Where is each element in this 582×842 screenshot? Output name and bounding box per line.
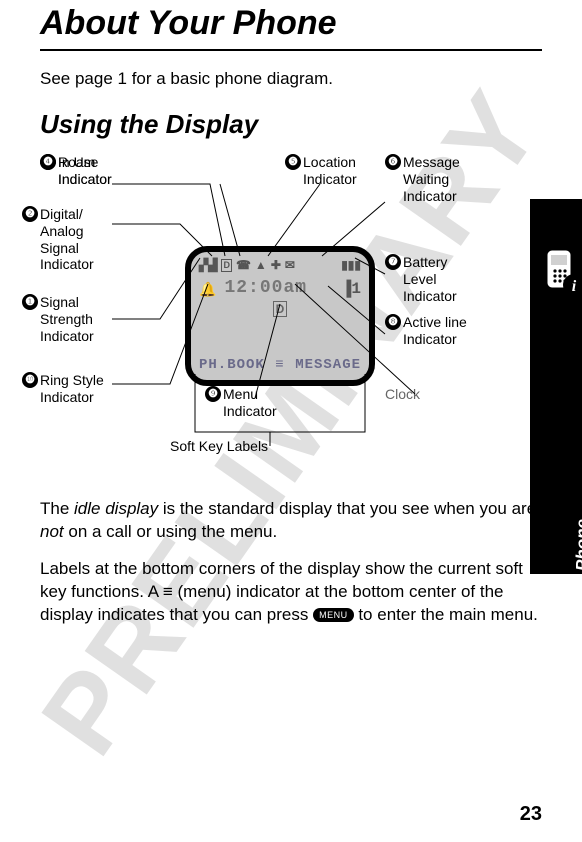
callout-6: ❻ xyxy=(385,154,401,170)
clock-text: 12:00am xyxy=(224,278,307,300)
p1-b: is the standard display that you see whe… xyxy=(158,499,536,518)
message-icon: ✉ xyxy=(285,258,295,272)
signal-icon: ▞▟ xyxy=(199,258,217,272)
page-number: 23 xyxy=(520,803,542,826)
callout-8: ❽ xyxy=(385,314,401,330)
roam-icon: ▲ xyxy=(255,258,267,272)
menu-key-icon: MENU xyxy=(313,608,354,622)
softkey-left: PH.BOOK xyxy=(199,357,265,374)
softkey-right: MESSAGE xyxy=(295,357,361,374)
label-ring-style: ❿Ring Style Indicator xyxy=(22,372,142,406)
battery-icon: ▮▮▮ xyxy=(341,258,361,272)
title-rule xyxy=(40,49,542,51)
label-menu-indicator: ❾Menu Indicator xyxy=(205,386,315,420)
page-title: About Your Phone xyxy=(40,4,542,43)
paragraph-idle-display: The idle display is the standard display… xyxy=(40,498,542,544)
p1-not: not xyxy=(40,522,64,541)
active-line-icon: ▐1 xyxy=(342,280,361,299)
label-location-text: Location Indicator xyxy=(303,154,367,188)
label-signal-strength: ❶Signal Strength Indicator xyxy=(22,294,132,344)
label-location: ❺Location Indicator xyxy=(285,154,375,188)
phone-info-icon: i xyxy=(534,243,582,301)
label-message-waiting: ❻Message Waiting Indicator xyxy=(385,154,495,204)
paragraph-softkeys: Labels at the bottom corners of the disp… xyxy=(40,558,542,627)
label-active-line: ❽Active line Indicator xyxy=(385,314,495,348)
callout-4: ❹ xyxy=(40,154,56,170)
intro-text: See page 1 for a basic phone diagram. xyxy=(40,69,542,89)
label-clock: Clock xyxy=(385,386,420,403)
section-heading: Using the Display xyxy=(40,109,542,140)
phone-display: ▞▟ D ☎ ▲ ✚ ✉ ▮▮▮ 🔔 12:00am ▐1 D xyxy=(185,246,375,386)
callout-10: ❿ xyxy=(22,372,38,388)
p1-c: on a call or using the menu. xyxy=(64,522,278,541)
callout-1: ❶ xyxy=(22,294,38,310)
location-icon: ✚ xyxy=(271,258,281,272)
side-tab-label: About Your Phone xyxy=(572,519,582,667)
label-signal-strength-text: Signal Strength Indicator xyxy=(40,294,120,344)
display-diagram: ❸In Use Indicator ❹Roam Indicator ❺Locat… xyxy=(40,154,520,484)
side-tab: i About Your Phone xyxy=(530,199,582,574)
menu-glyph-icon: ≡ xyxy=(163,582,173,601)
svg-text:i: i xyxy=(572,278,577,295)
label-message-waiting-text: Message Waiting Indicator xyxy=(403,154,483,204)
label-active-line-text: Active line Indicator xyxy=(403,314,483,348)
label-roam: ❹Roam Indicator xyxy=(40,154,130,188)
callout-5: ❺ xyxy=(285,154,301,170)
ring-style-icon: 🔔 xyxy=(199,281,216,298)
label-digital-analog: ❷Digital/ Analog Signal Indicator xyxy=(22,206,132,273)
label-digital-analog-text: Digital/ Analog Signal Indicator xyxy=(40,206,120,273)
label-battery-text: Battery Level Indicator xyxy=(403,254,483,304)
label-battery: ❼Battery Level Indicator xyxy=(385,254,495,304)
menu-indicator-icon: D xyxy=(199,302,361,316)
label-menu-indicator-text: Menu Indicator xyxy=(223,386,293,420)
p1-a: The xyxy=(40,499,74,518)
label-roam-text: Roam Indicator xyxy=(58,154,122,188)
in-use-icon: ☎ xyxy=(236,258,251,272)
label-ring-style-text: Ring Style Indicator xyxy=(40,372,120,406)
callout-7: ❼ xyxy=(385,254,401,270)
digital-analog-icon: D xyxy=(221,259,232,272)
p2-c: to enter the main menu. xyxy=(354,605,538,624)
label-softkeys: Soft Key Labels xyxy=(170,438,268,455)
p1-idle: idle display xyxy=(74,499,158,518)
status-bar: ▞▟ D ☎ ▲ ✚ ✉ ▮▮▮ xyxy=(199,258,361,272)
callout-2: ❷ xyxy=(22,206,38,222)
softkey-menu-glyph: ≡ xyxy=(275,357,284,374)
callout-9: ❾ xyxy=(205,386,221,402)
